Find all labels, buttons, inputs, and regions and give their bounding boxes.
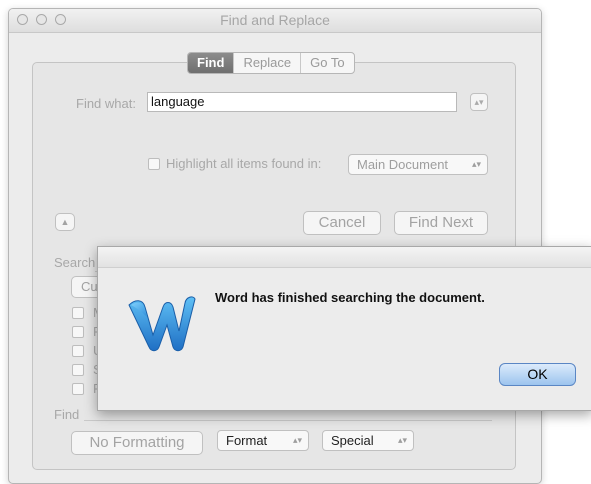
triangle-up-icon: ▲ (60, 217, 70, 227)
find-what-input[interactable]: language (147, 92, 457, 112)
title-bar[interactable]: Find and Replace (9, 9, 541, 33)
search-section-label: Search (54, 255, 96, 270)
highlight-scope-select[interactable]: Main Document ▴▾ (348, 154, 488, 175)
highlight-label: Highlight all items found in: (166, 156, 322, 171)
find-history-stepper[interactable]: ▴▾ (470, 93, 488, 111)
option-checkbox-2[interactable] (72, 326, 84, 338)
cancel-button[interactable]: Cancel (303, 211, 381, 235)
popup-arrows-icon: ▴▾ (292, 435, 302, 445)
tab-go-to[interactable]: Go To (300, 53, 353, 73)
find-what-label: Find what: (76, 96, 136, 111)
find-format-separator (84, 420, 492, 421)
format-select-label: Format (226, 433, 268, 448)
tab-bar: Find Replace Go To (187, 52, 355, 74)
option-checkbox-5[interactable] (72, 383, 84, 395)
special-select[interactable]: Special ▴▾ (322, 430, 414, 451)
alert-message: Word has finished searching the document… (215, 290, 485, 305)
tab-find[interactable]: Find (188, 53, 234, 73)
option-checkbox-1[interactable] (72, 307, 84, 319)
collapse-options-button[interactable]: ▲ (55, 213, 75, 231)
special-select-label: Special (331, 433, 374, 448)
find-format-section-label: Find (54, 407, 80, 422)
format-select[interactable]: Format ▴▾ (217, 430, 309, 451)
search-complete-alert: Word has finished searching the document… (97, 246, 591, 411)
option-checkbox-4[interactable] (72, 364, 84, 376)
highlight-scope-value: Main Document (357, 157, 449, 172)
microsoft-word-w-icon (128, 296, 196, 352)
up-down-arrows-icon: ▴▾ (474, 97, 484, 107)
popup-arrows-icon: ▴▾ (397, 435, 407, 445)
option-checkbox-3[interactable] (72, 345, 84, 357)
find-next-button[interactable]: Find Next (394, 211, 488, 235)
highlight-checkbox[interactable] (148, 158, 160, 170)
no-formatting-button[interactable]: No Formatting (71, 431, 203, 455)
window-title: Find and Replace (220, 12, 330, 28)
ok-button[interactable]: OK (499, 363, 576, 386)
alert-title-bar (98, 247, 591, 268)
tab-replace[interactable]: Replace (233, 53, 300, 73)
popup-arrows-icon: ▴▾ (471, 159, 481, 169)
